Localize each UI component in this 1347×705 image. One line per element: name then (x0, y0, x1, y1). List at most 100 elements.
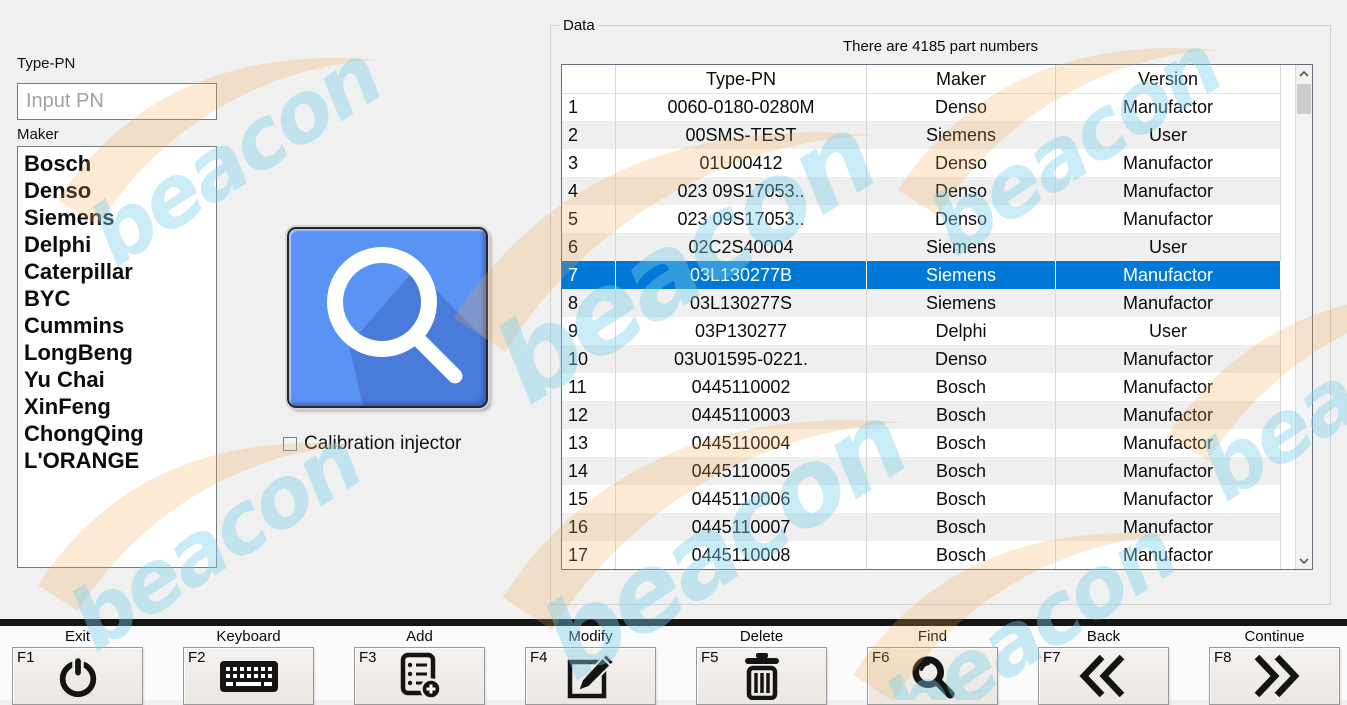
table-row[interactable]: 7 03L130277B Siemens Manufactor (562, 261, 1295, 289)
cell-row-number: 3 (562, 149, 616, 177)
button-caption: Exit (12, 628, 143, 645)
cell-version: Manufactor (1056, 93, 1281, 121)
table-row[interactable]: 13 0445110004 Bosch Manufactor (562, 429, 1295, 457)
toolbar-separator (0, 619, 1347, 626)
f7-back-button[interactable]: F7 (1038, 647, 1169, 705)
cell-type-pn: 03L130277S (616, 289, 867, 317)
maker-list-item[interactable]: XinFeng (24, 393, 216, 420)
cell-row-number: 7 (562, 261, 616, 289)
cell-version: Manufactor (1056, 177, 1281, 205)
cell-maker: Bosch (867, 513, 1056, 541)
cell-version: User (1056, 317, 1281, 345)
cell-maker: Denso (867, 149, 1056, 177)
cell-type-pn: 0445110003 (616, 401, 867, 429)
header-cell-version: Version (1056, 65, 1281, 94)
magnifier-icon (289, 229, 486, 406)
f1-exit-button[interactable]: F1 (12, 647, 143, 705)
table-row[interactable]: 17 0445110008 Bosch Manufactor (562, 541, 1295, 569)
maker-list-item[interactable]: Delphi (24, 231, 216, 258)
f6-find-button[interactable]: F6 (867, 647, 998, 705)
f5-delete-button[interactable]: F5 (696, 647, 827, 705)
cell-row-number: 17 (562, 541, 616, 569)
table-row[interactable]: 2 00SMS-TEST Siemens User (562, 121, 1295, 149)
maker-list-item[interactable]: Siemens (24, 204, 216, 231)
cell-version: Manufactor (1056, 149, 1281, 177)
table-header: Type-PN Maker Version (562, 65, 1295, 93)
toolbar-slot-delete: Delete F5 (696, 628, 827, 705)
maker-list-item[interactable]: ChongQing (24, 420, 216, 447)
maker-list-item[interactable]: Caterpillar (24, 258, 216, 285)
cell-version: Manufactor (1056, 457, 1281, 485)
cell-type-pn: 02C2S40004 (616, 233, 867, 261)
table-row[interactable]: 5 023 09S17053.. Denso Manufactor (562, 205, 1295, 233)
fkey-label: F4 (530, 649, 548, 666)
cell-version: User (1056, 233, 1281, 261)
cell-blank (1281, 121, 1295, 149)
cell-maker: Denso (867, 177, 1056, 205)
data-group-label: Data (559, 17, 599, 34)
button-caption: Modify (525, 628, 656, 645)
cell-version: Manufactor (1056, 373, 1281, 401)
table-row[interactable]: 15 0445110006 Bosch Manufactor (562, 485, 1295, 513)
table-body: 1 0060-0180-0280M Denso Manufactor 2 00S… (562, 93, 1295, 569)
calibration-checkbox[interactable] (283, 437, 297, 451)
table-row[interactable]: 10 03U01595-0221. Denso Manufactor (562, 345, 1295, 373)
cell-type-pn: 00SMS-TEST (616, 121, 867, 149)
button-caption: Continue (1209, 628, 1340, 645)
cell-type-pn: 03U01595-0221. (616, 345, 867, 373)
f4-modify-button[interactable]: F4 (525, 647, 656, 705)
cell-type-pn: 0445110005 (616, 457, 867, 485)
power-icon (54, 653, 102, 699)
scroll-up-button[interactable] (1296, 65, 1312, 82)
maker-list-item[interactable]: BYC (24, 285, 216, 312)
f3-add-button[interactable]: F3 (354, 647, 485, 705)
cell-version: Manufactor (1056, 345, 1281, 373)
toolbar-slot-continue: Continue F8 (1209, 628, 1340, 705)
cell-type-pn: 0060-0180-0280M (616, 93, 867, 121)
button-caption: Find (867, 628, 998, 645)
chevron-up-icon (1299, 71, 1309, 77)
cell-blank (1281, 541, 1295, 569)
cell-maker: Denso (867, 205, 1056, 233)
maker-list-item[interactable]: Cummins (24, 312, 216, 339)
table-row[interactable]: 6 02C2S40004 Siemens User (562, 233, 1295, 261)
button-caption: Keyboard (183, 628, 314, 645)
table-row[interactable]: 12 0445110003 Bosch Manufactor (562, 401, 1295, 429)
button-caption: Add (354, 628, 485, 645)
cell-version: Manufactor (1056, 289, 1281, 317)
cell-row-number: 10 (562, 345, 616, 373)
table-row[interactable]: 16 0445110007 Bosch Manufactor (562, 513, 1295, 541)
cell-maker: Bosch (867, 541, 1056, 569)
table-row[interactable]: 4 023 09S17053.. Denso Manufactor (562, 177, 1295, 205)
toolbar-slot-back: Back F7 (1038, 628, 1169, 705)
type-pn-input[interactable] (17, 83, 217, 120)
table-row[interactable]: 9 03P130277 Delphi User (562, 317, 1295, 345)
cell-type-pn: 0445110004 (616, 429, 867, 457)
f8-continue-button[interactable]: F8 (1209, 647, 1340, 705)
fkey-label: F6 (872, 649, 890, 666)
table-row[interactable]: 3 01U00412 Denso Manufactor (562, 149, 1295, 177)
maker-list-item[interactable]: Denso (24, 177, 216, 204)
cell-blank (1281, 345, 1295, 373)
table-row[interactable]: 14 0445110005 Bosch Manufactor (562, 457, 1295, 485)
cell-row-number: 6 (562, 233, 616, 261)
table-row[interactable]: 11 0445110002 Bosch Manufactor (562, 373, 1295, 401)
table-row[interactable]: 1 0060-0180-0280M Denso Manufactor (562, 93, 1295, 121)
f2-keyboard-button[interactable]: F2 (183, 647, 314, 705)
part-count-text: There are 4185 part numbers (551, 38, 1330, 55)
table-row[interactable]: 8 03L130277S Siemens Manufactor (562, 289, 1295, 317)
calibration-checkbox-label: Calibration injector (304, 433, 461, 455)
scrollbar-thumb[interactable] (1297, 84, 1311, 114)
cell-version: Manufactor (1056, 429, 1281, 457)
maker-list-item[interactable]: LongBeng (24, 339, 216, 366)
table-scrollbar[interactable] (1295, 65, 1312, 569)
cell-type-pn: 0445110008 (616, 541, 867, 569)
scroll-down-button[interactable] (1296, 552, 1312, 569)
search-button[interactable] (287, 227, 488, 408)
maker-list-item[interactable]: Yu Chai (24, 366, 216, 393)
maker-list-item[interactable]: L'ORANGE (24, 447, 216, 474)
toolbar-slot-exit: Exit F1 (12, 628, 143, 705)
maker-list-item[interactable]: Bosch (24, 150, 216, 177)
cell-version: Manufactor (1056, 485, 1281, 513)
cell-maker: Bosch (867, 373, 1056, 401)
